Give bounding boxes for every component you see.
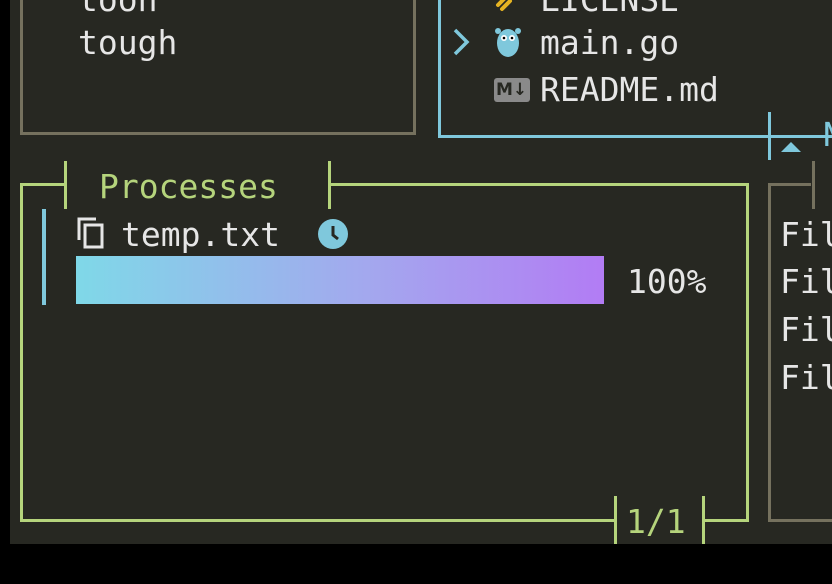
left-list-panel bbox=[20, 0, 416, 135]
panel-border-tick bbox=[768, 112, 771, 160]
caret-up-icon[interactable] bbox=[779, 122, 803, 152]
gopher-icon bbox=[494, 25, 522, 59]
right-panel-line: Fil bbox=[780, 310, 832, 349]
file-tree-item-main-go[interactable]: main.go bbox=[540, 26, 679, 59]
file-tree-item-readme[interactable]: README.md bbox=[540, 73, 719, 106]
copy-icon bbox=[76, 216, 106, 250]
progress-label: 100% bbox=[627, 262, 707, 301]
markdown-icon: M↓ bbox=[494, 78, 530, 102]
link-icon bbox=[494, 0, 520, 11]
file-tree-item[interactable]: LICENSE bbox=[540, 0, 679, 16]
right-panel-line: Fil bbox=[780, 262, 832, 301]
chevron-right-icon[interactable] bbox=[450, 26, 472, 58]
clock-icon bbox=[317, 218, 349, 250]
panel-title: N bbox=[823, 118, 832, 151]
right-panel-line: Fil bbox=[780, 358, 832, 397]
processes-title: Processes bbox=[99, 167, 278, 206]
list-item[interactable]: tooh bbox=[78, 0, 157, 16]
file-tree-panel bbox=[438, 0, 832, 138]
markdown-badge: M↓ bbox=[496, 80, 528, 100]
task-file-name[interactable]: temp.txt bbox=[121, 218, 280, 251]
scrollbar[interactable] bbox=[42, 209, 46, 305]
pager: 1/1 bbox=[626, 502, 686, 541]
progress-bar bbox=[76, 256, 604, 304]
right-panel-line: Fil bbox=[780, 215, 832, 254]
list-item[interactable]: tough bbox=[78, 26, 177, 59]
